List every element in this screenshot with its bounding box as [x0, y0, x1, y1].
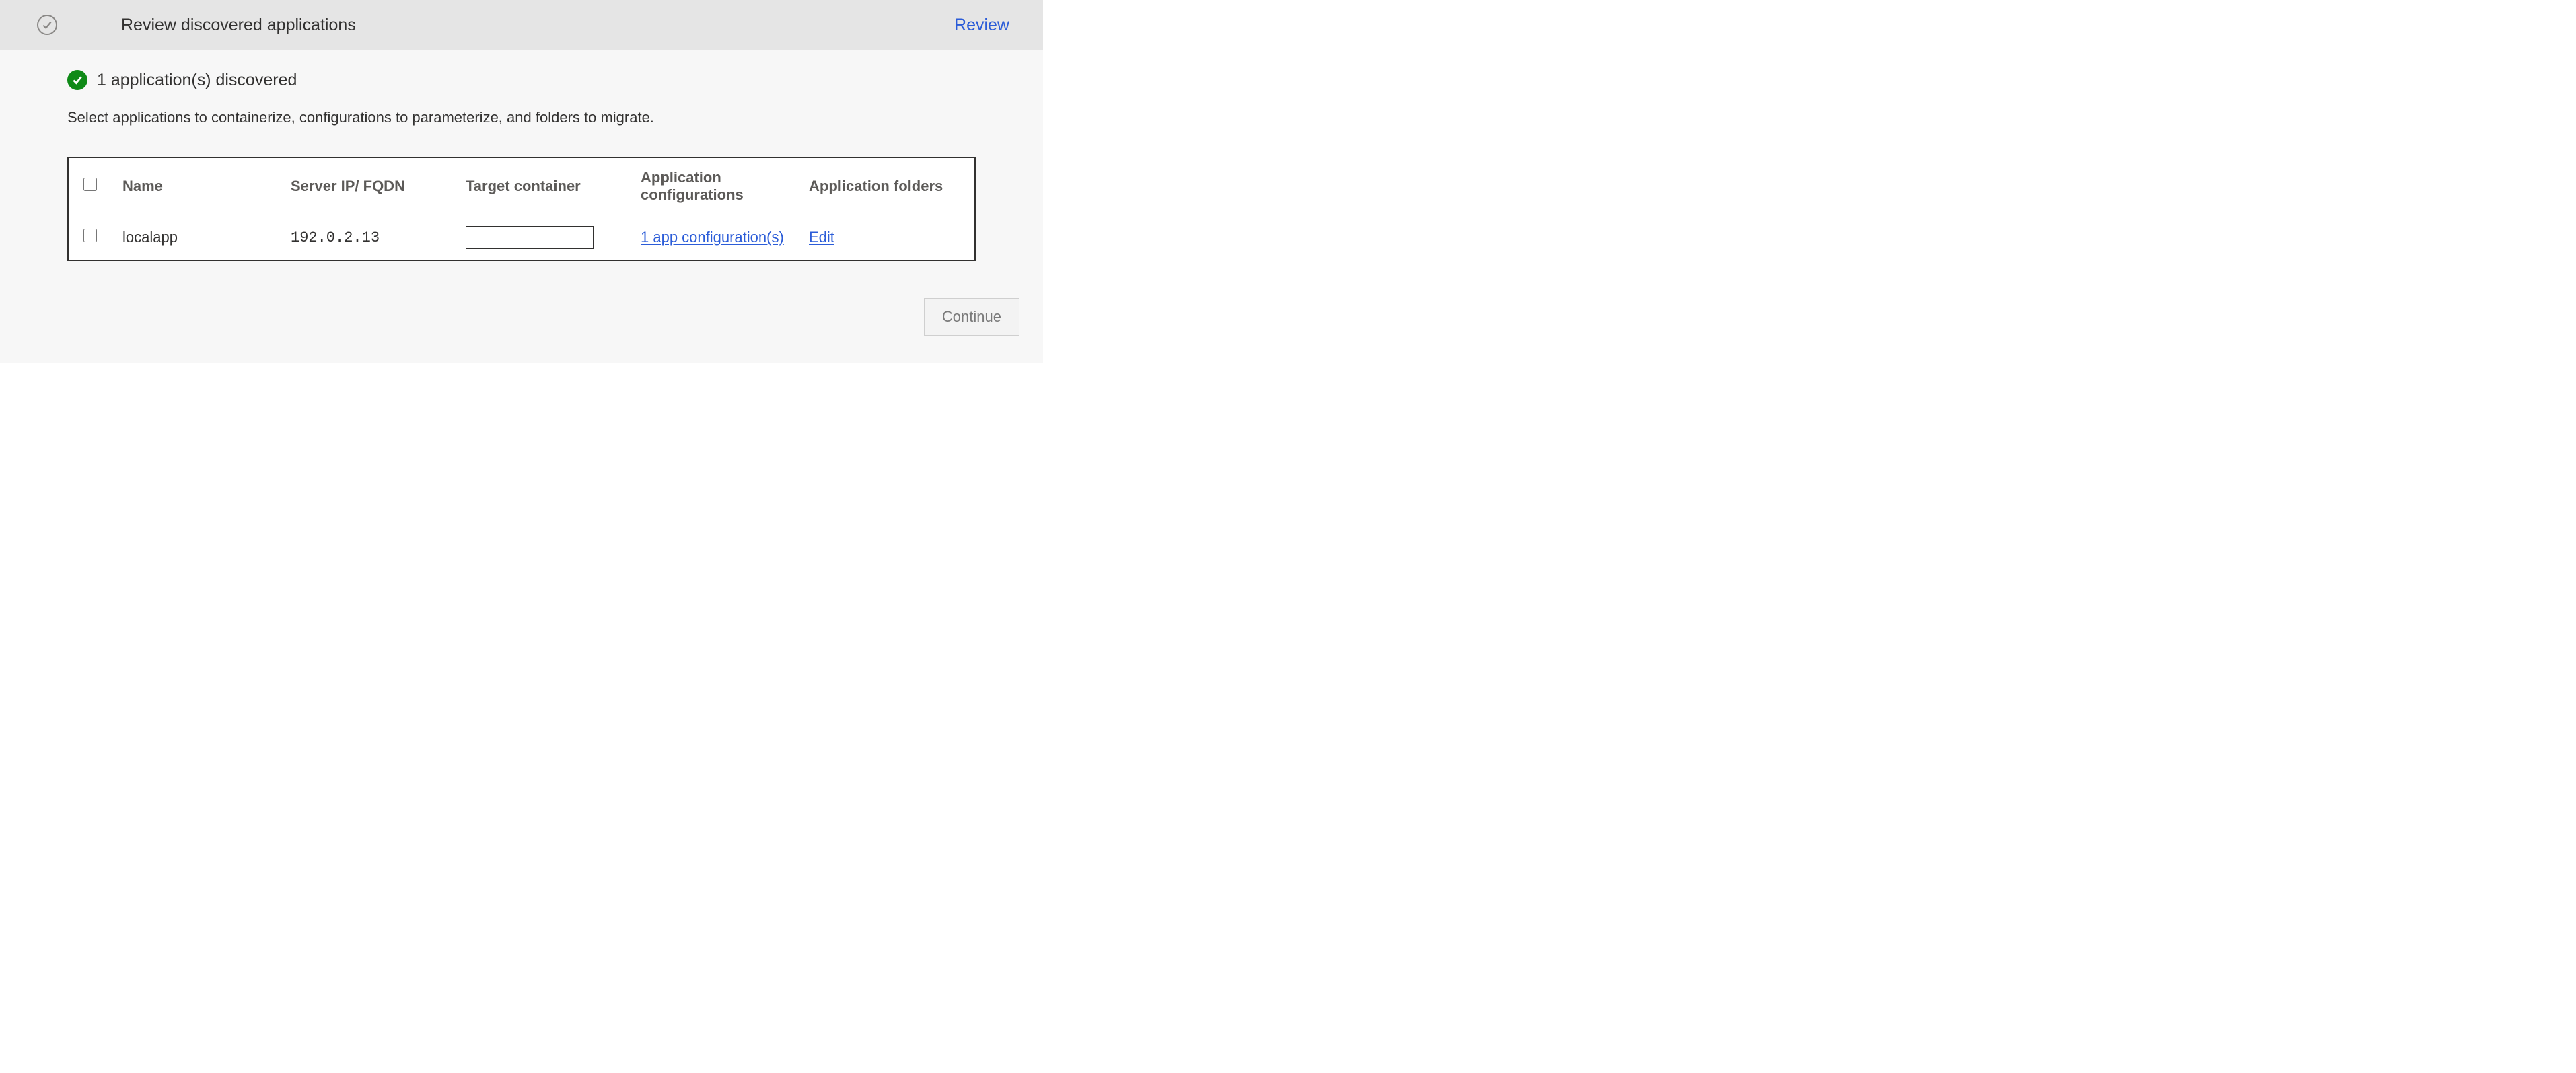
column-header-configurations: Application configurations	[627, 158, 795, 215]
footer: Continue	[67, 261, 1019, 336]
applications-table: Name Server IP/ FQDN Target container Ap…	[67, 157, 976, 261]
continue-button[interactable]: Continue	[924, 298, 1019, 336]
discovery-status: 1 application(s) discovered	[67, 70, 1019, 90]
column-header-ip: Server IP/ FQDN	[277, 158, 452, 215]
target-container-input[interactable]	[466, 226, 594, 249]
app-name: localapp	[109, 215, 277, 260]
select-all-checkbox[interactable]	[83, 178, 97, 191]
app-folders-edit-link[interactable]: Edit	[809, 229, 834, 246]
success-icon	[67, 70, 87, 90]
discovery-status-text: 1 application(s) discovered	[97, 71, 297, 90]
table-row: localapp 192.0.2.13 1 app configuration(…	[69, 215, 974, 260]
column-header-target: Target container	[452, 158, 627, 215]
step-header: Review discovered applications Review	[0, 0, 1043, 50]
select-row-checkbox[interactable]	[83, 229, 97, 242]
app-ip: 192.0.2.13	[277, 215, 452, 260]
column-header-name: Name	[109, 158, 277, 215]
step-body: 1 application(s) discovered Select appli…	[0, 50, 1043, 363]
app-configurations-link[interactable]: 1 app configuration(s)	[641, 229, 784, 246]
step-complete-icon	[37, 15, 57, 35]
review-link[interactable]: Review	[954, 15, 1009, 35]
column-header-folders: Application folders	[795, 158, 974, 215]
step-title: Review discovered applications	[121, 15, 954, 35]
instructions-text: Select applications to containerize, con…	[67, 109, 1019, 126]
